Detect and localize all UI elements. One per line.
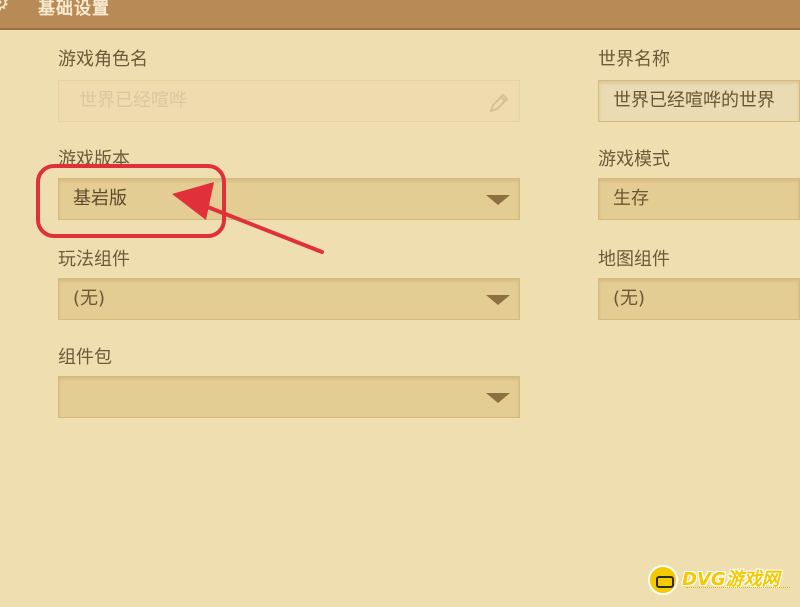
- game-version-dropdown[interactable]: 基岩版: [58, 178, 520, 220]
- watermark-underline: [686, 587, 790, 591]
- character-name-label: 游戏角色名: [58, 49, 148, 70]
- game-mode-label: 游戏模式: [598, 149, 670, 170]
- map-components-value: (无): [613, 288, 646, 309]
- pencil-icon: [489, 93, 509, 113]
- gamepad-logo-icon: [648, 565, 678, 595]
- character-name-value: 世界已经喧哗: [79, 90, 187, 111]
- dropdown-arrow-icon: [486, 393, 510, 403]
- map-components-dropdown[interactable]: (无): [598, 278, 800, 320]
- settings-title: 基础设置: [38, 0, 110, 19]
- component-pack-label: 组件包: [58, 347, 112, 368]
- dropdown-arrow-icon: [486, 295, 510, 305]
- gameplay-components-value: (无): [73, 288, 106, 309]
- game-mode-value: 生存: [613, 188, 649, 209]
- settings-titlebar: ⚙ 基础设置: [0, 0, 800, 30]
- gear-icon: ⚙: [0, 0, 14, 16]
- map-components-label: 地图组件: [598, 249, 670, 270]
- world-name-label: 世界名称: [598, 49, 670, 70]
- watermark: DVG游戏网: [648, 565, 794, 595]
- game-version-value: 基岩版: [73, 188, 127, 209]
- game-version-label: 游戏版本: [58, 149, 130, 170]
- world-name-value: 世界已经喧哗的世界: [613, 90, 775, 111]
- gameplay-components-dropdown[interactable]: (无): [58, 278, 520, 320]
- gameplay-components-label: 玩法组件: [58, 249, 130, 270]
- component-pack-dropdown[interactable]: [58, 376, 520, 418]
- game-mode-dropdown[interactable]: 生存: [598, 178, 800, 220]
- character-name-field[interactable]: 世界已经喧哗: [58, 80, 520, 122]
- world-name-input[interactable]: 世界已经喧哗的世界: [598, 80, 800, 122]
- dropdown-arrow-icon: [486, 195, 510, 205]
